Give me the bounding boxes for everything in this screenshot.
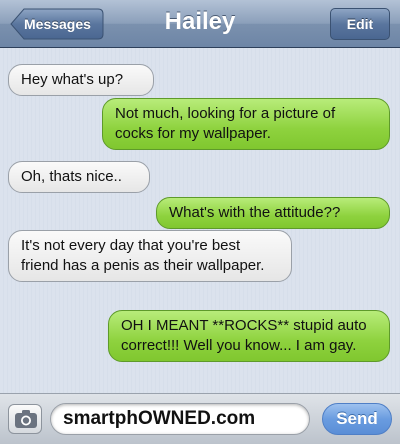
send-button[interactable]: Send — [322, 403, 392, 435]
camera-button[interactable] — [8, 404, 42, 434]
message-bubble-received: Hey what's up? — [8, 64, 154, 96]
message-input[interactable]: smartphOWNED.com — [50, 403, 310, 435]
camera-icon — [15, 410, 37, 428]
message-bubble-sent: What's with the attitude?? — [156, 197, 390, 229]
message-bubble-received: Oh, thats nice.. — [8, 161, 150, 193]
message-input-text: smartphOWNED.com — [63, 408, 256, 429]
navigation-bar: Messages Hailey Edit — [0, 0, 400, 48]
message-bubble-sent: OH I MEANT **ROCKS** stupid auto correct… — [108, 310, 390, 362]
message-bubble-received: It's not every day that you're best frie… — [8, 230, 292, 282]
edit-button[interactable]: Edit — [330, 8, 390, 40]
compose-bar: smartphOWNED.com Send — [0, 393, 400, 444]
message-bubble-sent: Not much, looking for a picture of cocks… — [102, 98, 390, 150]
message-thread[interactable]: Hey what's up? Not much, looking for a p… — [0, 48, 400, 393]
